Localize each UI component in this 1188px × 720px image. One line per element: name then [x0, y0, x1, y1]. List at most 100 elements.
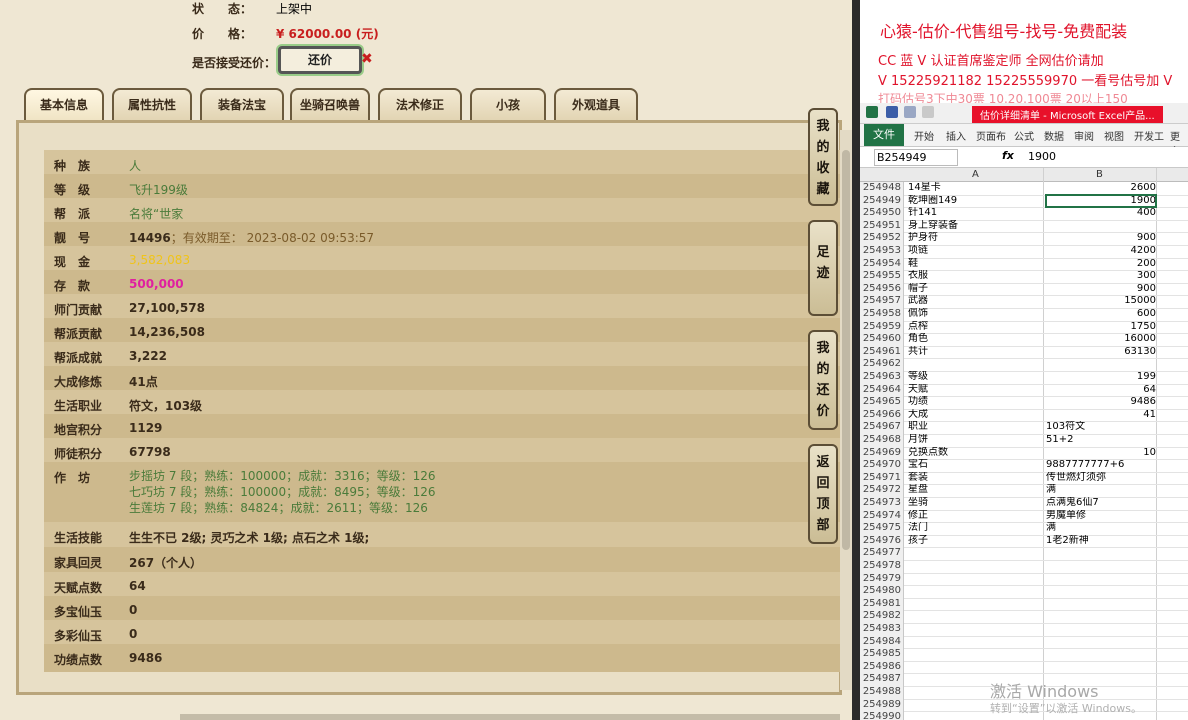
row-number[interactable]: 254989	[860, 698, 904, 712]
cell-a[interactable]: 帽子	[908, 283, 1042, 295]
name-box[interactable]: B254949	[874, 149, 958, 166]
sheet-row[interactable]: 254957 武器 15000	[860, 295, 1188, 309]
cell-b[interactable]: 600	[1046, 308, 1156, 320]
row-number[interactable]: 254978	[860, 560, 904, 573]
column-header-a[interactable]: A	[972, 169, 979, 180]
cell-b[interactable]: 点满鬼6仙7	[1046, 497, 1156, 509]
cell-a[interactable]: 角色	[908, 333, 1042, 345]
sheet-row[interactable]: 254968 月饼 51+2	[860, 434, 1188, 448]
row-number[interactable]: 254975	[860, 522, 904, 535]
row-number[interactable]: 254964	[860, 383, 904, 397]
sheet-row[interactable]: 254965 功绩 9486	[860, 396, 1188, 410]
tab-appearance[interactable]: 外观道具	[554, 88, 638, 122]
row-number[interactable]: 254951	[860, 219, 904, 233]
sheet-row[interactable]: 254969 兑换点数 10	[860, 446, 1188, 461]
cell-a[interactable]: 护身符	[908, 232, 1042, 244]
cell-b[interactable]: 2600	[1046, 182, 1156, 194]
my-bargains-button[interactable]: 我的还价	[808, 330, 838, 430]
sheet-row[interactable]: 254975 法门满	[860, 522, 1188, 536]
tab-home[interactable]: 开始	[914, 128, 934, 143]
cell-b[interactable]: 15000	[1046, 295, 1156, 307]
sheet-row[interactable]: 254950 针141 400	[860, 207, 1188, 221]
cell-a[interactable]: 套装	[908, 472, 1042, 484]
sheet-row[interactable]: 254977	[860, 547, 1188, 561]
cell-a[interactable]: 针141	[908, 207, 1042, 219]
cell-a[interactable]: 天赋	[908, 384, 1042, 396]
cell-a[interactable]: 功绩	[908, 396, 1042, 408]
row-number[interactable]: 254949	[860, 194, 904, 208]
cell-a[interactable]: 共计	[908, 346, 1042, 358]
row-number[interactable]: 254971	[860, 471, 904, 485]
row-number[interactable]: 254985	[860, 648, 904, 661]
cell-b[interactable]: 9486	[1046, 396, 1156, 408]
cell-b[interactable]: 1900	[1045, 193, 1157, 208]
sheet-row[interactable]: 254958 佩饰 600	[860, 308, 1188, 322]
tab-insert[interactable]: 插入	[946, 128, 966, 143]
sheet-row[interactable]: 254953 项链 4200	[860, 245, 1188, 259]
row-number[interactable]: 254982	[860, 610, 904, 623]
row-number[interactable]: 254950	[860, 207, 904, 220]
row-number[interactable]: 254952	[860, 232, 904, 245]
sheet-row[interactable]: 254962	[860, 358, 1188, 372]
cell-a[interactable]: 宝石	[908, 459, 1042, 471]
row-number[interactable]: 254977	[860, 547, 904, 560]
tab-basic-info[interactable]: 基本信息	[24, 88, 104, 122]
cell-b[interactable]: 900	[1046, 283, 1156, 295]
cell-b[interactable]: 199	[1046, 371, 1156, 383]
sheet-row[interactable]: 254964 天赋 64	[860, 383, 1188, 398]
cell-a[interactable]: 月饼	[908, 434, 1042, 446]
sheet-row[interactable]: 254967 职业 103符文	[860, 421, 1188, 435]
row-number[interactable]: 254954	[860, 257, 904, 271]
sheet-row[interactable]: 254973 坐骑 点满鬼6仙7	[860, 497, 1188, 511]
row-number[interactable]: 254965	[860, 396, 904, 409]
row-number[interactable]: 254973	[860, 497, 904, 510]
save-icon[interactable]	[886, 106, 898, 118]
cell-a[interactable]: 孩子	[908, 535, 1042, 547]
row-number[interactable]: 254960	[860, 333, 904, 346]
column-header-b[interactable]: B	[1096, 169, 1103, 180]
row-number[interactable]: 254955	[860, 270, 904, 283]
tab-developer[interactable]: 开发工	[1134, 128, 1164, 143]
cell-b[interactable]: 男魔单修	[1046, 510, 1156, 522]
sheet-row[interactable]: 254971 套装 传世燃灯须弥	[860, 471, 1188, 486]
cell-a[interactable]: 点榨	[908, 321, 1042, 333]
favorites-button[interactable]: 我的收藏	[808, 108, 838, 206]
tab-child[interactable]: 小孩	[470, 88, 546, 122]
row-number[interactable]: 254983	[860, 623, 904, 636]
cell-b[interactable]: 103符文	[1046, 421, 1156, 433]
sheet-row[interactable]: 254948 14星卡 2600	[860, 182, 1188, 196]
cell-b[interactable]: 51+2	[1046, 434, 1156, 446]
cell-a[interactable]: 星盘	[908, 484, 1042, 496]
tab-page-layout[interactable]: 页面布	[976, 128, 1006, 143]
page-scrollbar-thumb[interactable]	[842, 150, 850, 550]
redo-icon[interactable]	[922, 106, 934, 118]
cell-b[interactable]: 10	[1046, 447, 1156, 459]
spreadsheet-grid[interactable]: 254948 14星卡 2600 254949 乾坤圈149 1900 254950 针141…	[860, 182, 1188, 720]
sheet-row[interactable]: 254986	[860, 660, 1188, 675]
sheet-row[interactable]: 254974 修正 男魔单修	[860, 509, 1188, 524]
cell-b[interactable]: 1老2新神	[1046, 535, 1156, 547]
cell-b[interactable]: 16000	[1046, 333, 1156, 345]
row-number[interactable]: 254986	[860, 660, 904, 674]
row-number[interactable]: 254963	[860, 371, 904, 384]
sheet-row[interactable]: 254984	[860, 635, 1188, 650]
row-number[interactable]: 254948	[860, 182, 904, 195]
sheet-row[interactable]: 254985	[860, 648, 1188, 662]
cell-b[interactable]: 满	[1046, 522, 1156, 534]
cell-a[interactable]: 法门	[908, 522, 1042, 534]
sheet-row[interactable]: 254970 宝石 9887777777+6	[860, 459, 1188, 473]
cell-a[interactable]: 佩饰	[908, 308, 1042, 320]
tab-spell-mods[interactable]: 法术修正	[378, 88, 462, 122]
sheet-row[interactable]: 254961 共计 63130	[860, 345, 1188, 360]
sheet-row[interactable]: 254951 身上穿装备	[860, 219, 1188, 234]
cell-a[interactable]: 衣服	[908, 270, 1042, 282]
cell-a[interactable]: 14星卡	[908, 182, 1042, 194]
footprints-button[interactable]: 足迹	[808, 220, 838, 316]
tab-view[interactable]: 视图	[1104, 128, 1124, 143]
sheet-row[interactable]: 254960 角色 16000	[860, 333, 1188, 347]
row-number[interactable]: 254979	[860, 572, 904, 586]
cell-a[interactable]: 鞋	[908, 258, 1042, 270]
cell-b[interactable]: 64	[1046, 384, 1156, 396]
row-number[interactable]: 254958	[860, 308, 904, 321]
tab-data[interactable]: 数据	[1044, 128, 1064, 143]
